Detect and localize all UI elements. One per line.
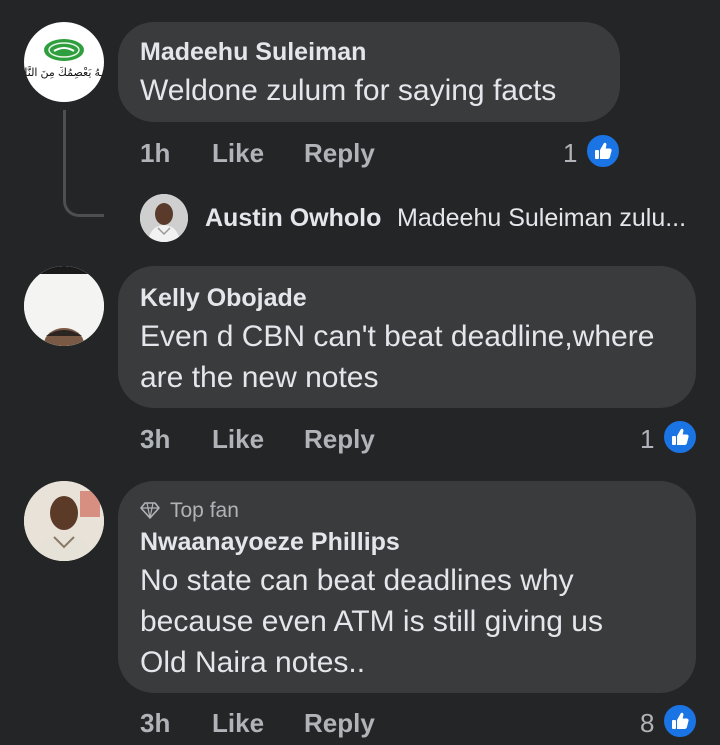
like-button[interactable]: Like <box>212 138 264 169</box>
like-button[interactable]: Like <box>212 708 264 739</box>
reply-author[interactable]: Austin Owholo <box>205 204 381 233</box>
thread-connector-line <box>63 110 104 217</box>
reply-preview-text[interactable]: Madeehu Suleiman zulu... <box>397 204 686 233</box>
thumbs-up-icon[interactable] <box>662 703 698 739</box>
top-fan-badge: Top fan <box>170 499 239 522</box>
avatar-madeehu-suleiman[interactable]: ـهُ يَعْصِمُكَ مِنَ النَّا <box>24 22 104 102</box>
reply-button[interactable]: Reply <box>304 708 375 739</box>
reply-button[interactable]: Reply <box>304 424 375 455</box>
comment-text-line: No state can beat deadlines why <box>140 564 574 597</box>
comment-text: Weldone zulum for saying facts <box>140 74 557 107</box>
comment-author[interactable]: Nwaanayoeze Phillips <box>140 528 400 557</box>
comment-time: 3h <box>140 708 171 738</box>
comment-text-line: Even d CBN can't beat deadline,where <box>140 320 655 353</box>
like-button[interactable]: Like <box>212 424 264 455</box>
comment-time: 1h <box>140 138 171 168</box>
comment-author[interactable]: Kelly Obojade <box>140 284 307 313</box>
person-photo-icon <box>24 266 104 346</box>
diamond-icon <box>140 500 160 520</box>
thumbs-up-icon[interactable] <box>585 133 621 169</box>
comment-text-line: Old Naira notes.. <box>140 646 366 679</box>
comment-time: 3h <box>140 424 171 454</box>
avatar-nwaanayoeze-phillips[interactable] <box>24 481 104 561</box>
person-photo-icon <box>140 194 188 242</box>
reaction-count[interactable]: 1 <box>563 138 577 169</box>
comments-section: ـهُ يَعْصِمُكَ مِنَ النَّا Madeehu Sulei… <box>0 0 720 745</box>
comment-author[interactable]: Madeehu Suleiman <box>140 38 366 67</box>
avatar-kelly-obojade[interactable] <box>24 266 104 346</box>
reaction-count[interactable]: 8 <box>640 708 654 739</box>
thumbs-up-icon[interactable] <box>662 419 698 455</box>
reaction-count[interactable]: 1 <box>640 424 654 455</box>
comment-text-line: because even ATM is still giving us <box>140 605 603 638</box>
avatar-austin-owholo[interactable] <box>140 194 188 242</box>
comment-text-line: are the new notes <box>140 361 379 394</box>
reply-button[interactable]: Reply <box>304 138 375 169</box>
logo-icon <box>44 39 84 61</box>
person-photo-icon <box>24 481 104 561</box>
avatar-logo-caption: ـهُ يَعْصِمُكَ مِنَ النَّا <box>24 67 104 79</box>
